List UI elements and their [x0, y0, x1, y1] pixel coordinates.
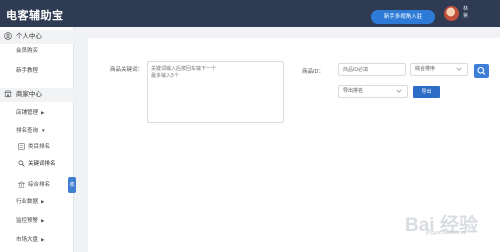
sidebar-item-label: 监控预警: [16, 218, 39, 224]
search-icon: [477, 66, 486, 75]
section-tools-label: 商家中心: [15, 91, 42, 98]
chevron-down-icon: [456, 67, 462, 71]
sort-select-value: 综合排序: [415, 66, 436, 72]
search-icon: [18, 160, 25, 167]
watermark-url: jingyan.baidu.com: [426, 230, 467, 236]
top-bar: 电客辅助宝 新手多视角入驻 林 第: [0, 0, 500, 27]
avatar[interactable]: [444, 6, 459, 21]
export-button[interactable]: 导出: [413, 86, 440, 98]
sidebar: 个人中心 会员购买 新手教程 商家中心 店铺管理 ▶ 排名查询 ▼ 类目排名 关键词…: [0, 27, 74, 252]
sidebar-item-label: 新手教程: [16, 68, 39, 74]
sidebar-collapse-tab[interactable]: 收: [68, 177, 76, 193]
sidebar-item-category-rank[interactable]: 类目排名: [0, 140, 74, 154]
chevron-right-icon: ▶: [41, 218, 45, 223]
user-name[interactable]: 林 第: [463, 6, 468, 20]
sidebar-item-rank-query[interactable]: 排名查询 ▼: [0, 124, 74, 138]
sidebar-item-store-manage[interactable]: 店铺管理 ▶: [0, 106, 74, 120]
baidu-jingyan-watermark: Bai 经验: [405, 213, 479, 236]
product-id-label: 商品ID：: [302, 69, 325, 75]
export-rank-select[interactable]: 导出排名: [338, 85, 408, 98]
sidebar-item-industry-data[interactable]: 行业数据 ▶: [0, 195, 74, 209]
app-title: 电客辅助宝: [6, 10, 64, 22]
sidebar-item-label: 排名查询: [16, 128, 39, 134]
sidebar-item-keyword-rank[interactable]: 关键词排名: [0, 157, 74, 171]
chevron-down-icon: [396, 89, 402, 93]
sidebar-item-label: 会员购买: [16, 48, 39, 54]
user-name-line-1: 林: [463, 6, 469, 12]
store-icon: [4, 90, 12, 98]
section-personal[interactable]: 个人中心: [0, 30, 74, 44]
new-user-button[interactable]: 新手多视角入驻: [371, 10, 435, 24]
sidebar-item-overall-rank[interactable]: 综合排名: [0, 178, 74, 192]
sidebar-item-label: 关键词排名: [28, 161, 56, 167]
sidebar-item-membership[interactable]: 会员购买: [0, 44, 74, 58]
sort-select[interactable]: 综合排序: [410, 63, 468, 76]
bank-icon: [18, 181, 25, 188]
sidebar-item-label: 店铺管理: [16, 110, 39, 116]
product-id-input[interactable]: [338, 63, 406, 76]
search-button[interactable]: [474, 64, 489, 78]
sidebar-item-tutorial[interactable]: 新手教程: [0, 64, 74, 78]
chevron-right-icon: ▶: [41, 199, 45, 204]
user-icon: [4, 32, 12, 41]
sidebar-item-market-overview[interactable]: 市场大盘 ▶: [0, 233, 74, 247]
chevron-right-icon: ▶: [41, 110, 45, 115]
sidebar-item-label: 行业数据: [16, 199, 39, 205]
chevron-down-icon: ▼: [41, 128, 46, 133]
list-icon: [18, 143, 25, 150]
section-personal-label: 个人中心: [15, 33, 42, 40]
chevron-right-icon: ▶: [41, 237, 45, 242]
sidebar-item-monitor-alert[interactable]: 监控预警 ▶: [0, 214, 74, 228]
keyword-label: 商品关键词：: [110, 67, 144, 73]
sidebar-item-label: 综合排名: [28, 182, 51, 188]
sidebar-item-label: 类目排名: [28, 144, 51, 150]
user-name-line-2: 第: [463, 13, 469, 19]
export-rank-select-value: 导出排名: [343, 88, 364, 94]
keyword-input[interactable]: [147, 61, 284, 123]
sidebar-item-label: 市场大盘: [16, 237, 39, 243]
section-tools[interactable]: 商家中心: [0, 88, 74, 102]
